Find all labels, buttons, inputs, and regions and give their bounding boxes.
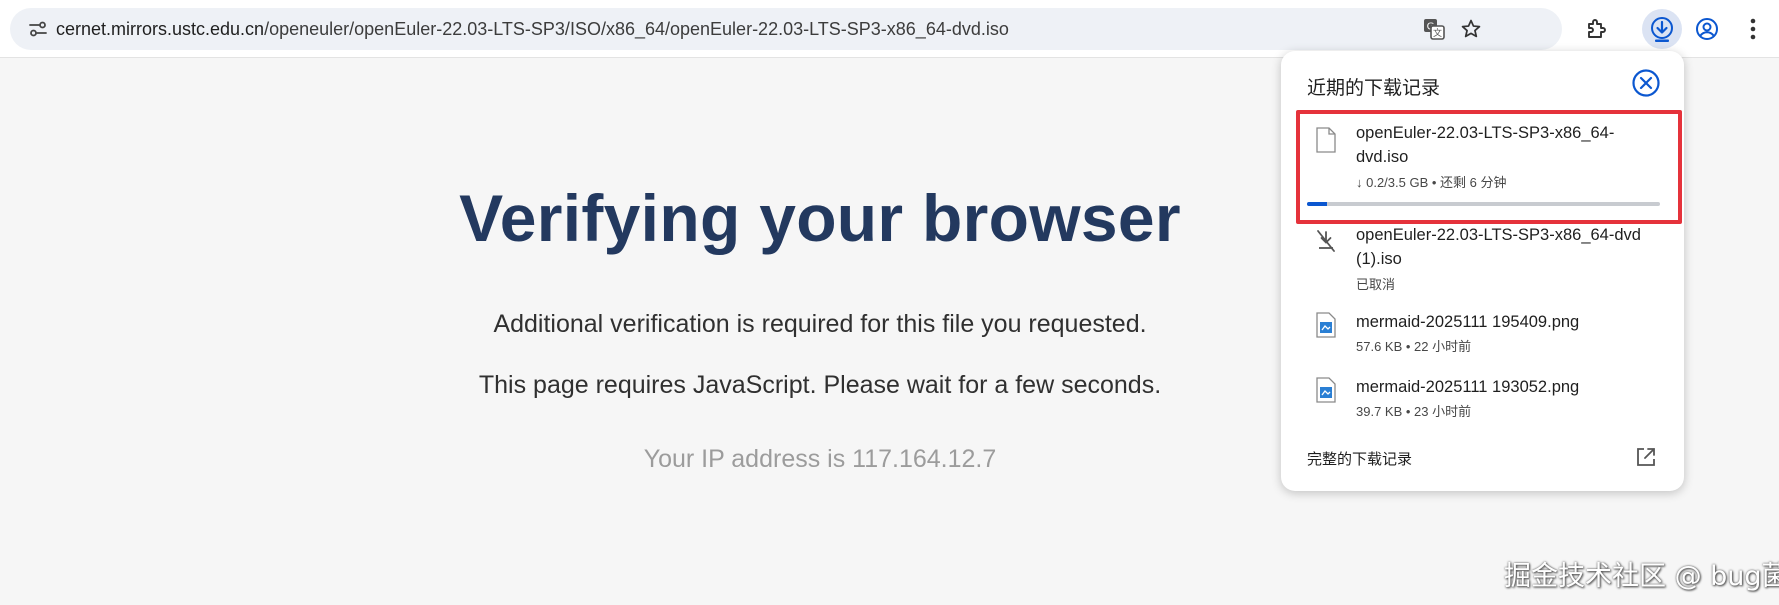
close-icon[interactable] — [1631, 68, 1661, 98]
download-filename: openEuler-22.03-LTS-SP3-x86_64-dvd (1).i… — [1356, 226, 1641, 268]
site-info-icon[interactable] — [28, 20, 48, 38]
url-text[interactable]: cernet.mirrors.ustc.edu.cn/openeuler/ope… — [56, 8, 1009, 50]
open-in-new-icon[interactable] — [1635, 446, 1657, 468]
address-bar[interactable]: cernet.mirrors.ustc.edu.cn/openeuler/ope… — [10, 8, 1562, 50]
download-status: 57.6 KB • 22 小时前 — [1356, 339, 1472, 354]
download-icon[interactable] — [1642, 9, 1682, 49]
browser-toolbar: cernet.mirrors.ustc.edu.cn/openeuler/ope… — [0, 0, 1779, 58]
bookmark-star-icon[interactable] — [1459, 17, 1483, 41]
highlight-box — [1296, 110, 1682, 224]
menu-icon[interactable] — [1737, 13, 1769, 45]
download-status: 已取消 — [1356, 277, 1396, 292]
download-filename: mermaid-2025111 193052.png — [1356, 378, 1580, 396]
download-cancelled-icon — [1315, 229, 1337, 255]
image-file-icon — [1315, 377, 1337, 403]
downloads-title: 近期的下载记录 — [1307, 78, 1441, 99]
translate-icon[interactable]: G文 — [1422, 17, 1446, 41]
downloads-panel: 近期的下载记录 openEuler-22.03-LTS-SP3-x86_64-d… — [1281, 51, 1684, 491]
image-file-icon — [1315, 312, 1337, 338]
profile-icon[interactable] — [1691, 13, 1723, 45]
url-host: cernet.mirrors.ustc.edu.cn — [56, 19, 265, 39]
url-path: /openeuler/openEuler-22.03-LTS-SP3/ISO/x… — [264, 19, 1009, 39]
full-download-history-link[interactable]: 完整的下载记录 — [1307, 448, 1412, 469]
svg-text:文: 文 — [1433, 27, 1442, 39]
download-filename: mermaid-2025111 195409.png — [1356, 313, 1580, 331]
download-status: 39.7 KB • 23 小时前 — [1356, 404, 1472, 419]
extensions-icon[interactable] — [1581, 13, 1613, 45]
watermark: 掘金技术社区 @ bug菌 — [1504, 561, 1779, 592]
